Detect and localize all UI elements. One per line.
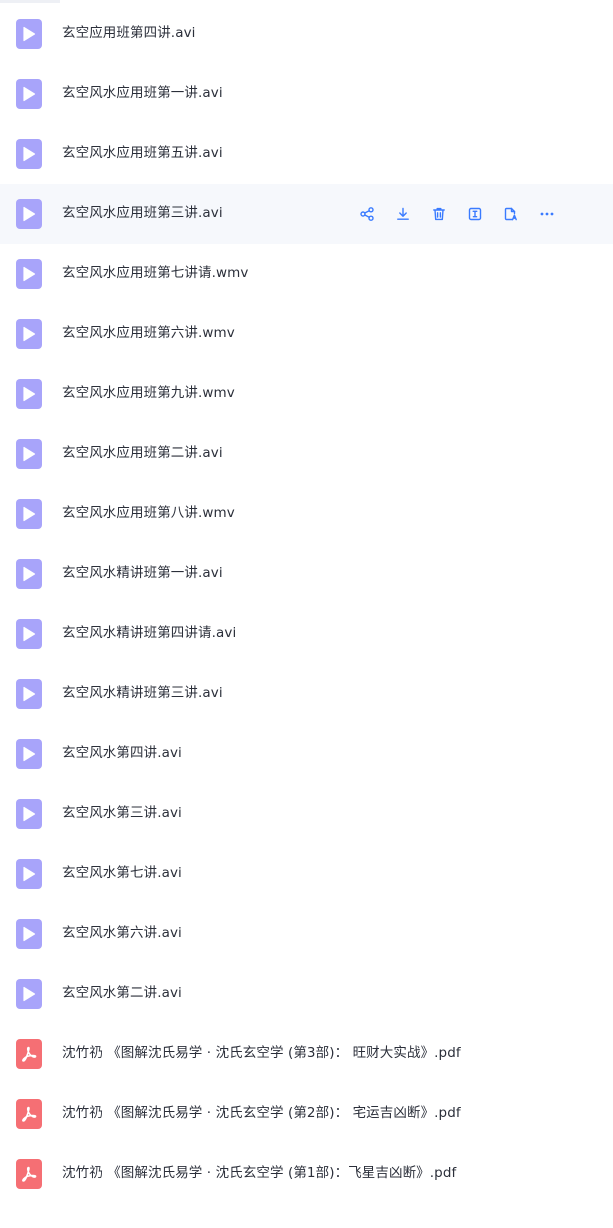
file-name[interactable]: 玄空风水第二讲.avi bbox=[62, 983, 182, 1003]
video-file-icon bbox=[16, 739, 42, 769]
file-name[interactable]: 玄空风水第六讲.avi bbox=[62, 923, 182, 943]
file-row[interactable]: 玄空风水精讲班第三讲.avi bbox=[0, 664, 613, 724]
file-row[interactable]: 玄空风水应用班第一讲.avi bbox=[0, 64, 613, 124]
video-file-icon bbox=[16, 199, 42, 229]
file-row[interactable]: 玄空风水第三讲.avi bbox=[0, 784, 613, 844]
file-name[interactable]: 沈竹礽 《图解沈氏易学 · 沈氏玄空学 (第1部)：飞星吉凶断》.pdf bbox=[62, 1163, 456, 1183]
download-icon[interactable] bbox=[392, 203, 414, 225]
video-file-icon bbox=[16, 139, 42, 169]
video-file-icon bbox=[16, 499, 42, 529]
video-file-icon bbox=[16, 559, 42, 589]
video-file-icon bbox=[16, 79, 42, 109]
pdf-file-icon bbox=[16, 1099, 42, 1129]
file-row[interactable]: 玄空风水第六讲.avi bbox=[0, 904, 613, 964]
file-row[interactable]: 玄空风水第二讲.avi bbox=[0, 964, 613, 1024]
file-name[interactable]: 玄空风水应用班第八讲.wmv bbox=[62, 503, 235, 523]
row-actions bbox=[356, 203, 558, 225]
file-row[interactable]: 玄空风水应用班第二讲.avi bbox=[0, 424, 613, 484]
video-file-icon bbox=[16, 439, 42, 469]
copy-link-icon[interactable] bbox=[500, 203, 522, 225]
file-name[interactable]: 玄空风水应用班第一讲.avi bbox=[62, 83, 223, 103]
file-row[interactable]: 玄空风水精讲班第四讲请.avi bbox=[0, 604, 613, 664]
pdf-file-icon bbox=[16, 1039, 42, 1069]
file-name[interactable]: 玄空风水应用班第二讲.avi bbox=[62, 443, 223, 463]
file-name[interactable]: 玄空风水应用班第七讲请.wmv bbox=[62, 263, 248, 283]
file-name[interactable]: 玄空风水第三讲.avi bbox=[62, 803, 182, 823]
file-name[interactable]: 玄空风水精讲班第三讲.avi bbox=[62, 683, 223, 703]
file-row[interactable]: 沈竹礽 《图解沈氏易学 · 沈氏玄空学 (第3部)： 旺财大实战》.pdf bbox=[0, 1024, 613, 1084]
file-row[interactable]: 玄空风水应用班第九讲.wmv bbox=[0, 364, 613, 424]
more-icon[interactable] bbox=[536, 203, 558, 225]
video-file-icon bbox=[16, 919, 42, 949]
file-row[interactable]: 玄空风水应用班第八讲.wmv bbox=[0, 484, 613, 544]
rename-icon[interactable] bbox=[464, 203, 486, 225]
video-file-icon bbox=[16, 799, 42, 829]
file-row[interactable]: 玄空风水应用班第六讲.wmv bbox=[0, 304, 613, 364]
file-row[interactable]: 玄空风水应用班第三讲.avi bbox=[0, 184, 613, 244]
file-row[interactable]: 玄空风水第七讲.avi bbox=[0, 844, 613, 904]
file-name[interactable]: 玄空风水应用班第六讲.wmv bbox=[62, 323, 235, 343]
file-row[interactable]: 玄空风水精讲班第一讲.avi bbox=[0, 544, 613, 604]
file-name[interactable]: 玄空风水第七讲.avi bbox=[62, 863, 182, 883]
file-row[interactable]: 玄空风水第四讲.avi bbox=[0, 724, 613, 784]
file-row[interactable]: 玄空风水应用班第七讲请.wmv bbox=[0, 244, 613, 304]
pdf-file-icon bbox=[16, 1159, 42, 1189]
delete-icon[interactable] bbox=[428, 203, 450, 225]
file-row[interactable]: 沈竹礽 《图解沈氏易学 · 沈氏玄空学 (第2部)： 宅运吉凶断》.pdf bbox=[0, 1084, 613, 1144]
file-name[interactable]: 玄空风水应用班第三讲.avi bbox=[62, 203, 223, 223]
share-icon[interactable] bbox=[356, 203, 378, 225]
file-row[interactable]: 玄空风水应用班第五讲.avi bbox=[0, 124, 613, 184]
file-name[interactable]: 沈竹礽 《图解沈氏易学 · 沈氏玄空学 (第2部)： 宅运吉凶断》.pdf bbox=[62, 1103, 461, 1123]
file-name[interactable]: 玄空风水应用班第九讲.wmv bbox=[62, 383, 235, 403]
file-name[interactable]: 沈竹礽 《图解沈氏易学 · 沈氏玄空学 (第3部)： 旺财大实战》.pdf bbox=[62, 1043, 461, 1063]
video-file-icon bbox=[16, 319, 42, 349]
file-name[interactable]: 玄空风水应用班第五讲.avi bbox=[62, 143, 223, 163]
top-divider bbox=[0, 0, 60, 3]
file-list: 玄空应用班第四讲.avi 玄空风水应用班第一讲.avi 玄空风水应用班第五讲.avi… bbox=[0, 4, 613, 1204]
video-file-icon bbox=[16, 259, 42, 289]
video-file-icon bbox=[16, 859, 42, 889]
file-row[interactable]: 沈竹礽 《图解沈氏易学 · 沈氏玄空学 (第1部)：飞星吉凶断》.pdf bbox=[0, 1144, 613, 1204]
video-file-icon bbox=[16, 679, 42, 709]
file-name[interactable]: 玄空风水第四讲.avi bbox=[62, 743, 182, 763]
file-row[interactable]: 玄空应用班第四讲.avi bbox=[0, 4, 613, 64]
file-name[interactable]: 玄空风水精讲班第四讲请.avi bbox=[62, 623, 236, 643]
video-file-icon bbox=[16, 979, 42, 1009]
video-file-icon bbox=[16, 19, 42, 49]
file-name[interactable]: 玄空风水精讲班第一讲.avi bbox=[62, 563, 223, 583]
video-file-icon bbox=[16, 619, 42, 649]
video-file-icon bbox=[16, 379, 42, 409]
file-name[interactable]: 玄空应用班第四讲.avi bbox=[62, 23, 196, 43]
